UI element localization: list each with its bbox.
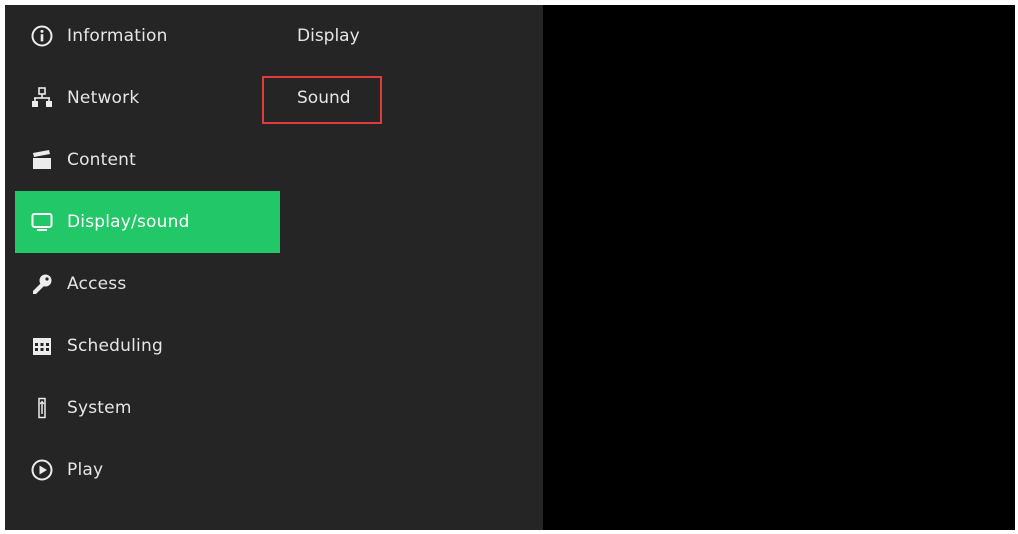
thermometer-icon xyxy=(31,397,53,419)
sub-item-label: Sound xyxy=(297,88,351,108)
key-icon xyxy=(31,273,53,295)
menu-item-label: Display/sound xyxy=(67,212,190,232)
menu-item-scheduling[interactable]: Scheduling xyxy=(15,315,280,377)
menu-item-play[interactable]: Play xyxy=(15,439,280,501)
menu-item-label: Information xyxy=(67,26,168,46)
monitor-icon xyxy=(31,211,53,233)
menu-item-label: Access xyxy=(67,274,127,294)
sub-item-display[interactable]: Display xyxy=(262,5,422,67)
menu-item-access[interactable]: Access xyxy=(15,253,280,315)
calendar-icon xyxy=(31,335,53,357)
menu-item-label: Network xyxy=(67,88,140,108)
content-area xyxy=(543,5,1015,530)
sub-item-sound[interactable]: Sound xyxy=(262,67,422,129)
screen: Information Network Content Display/soun… xyxy=(5,5,1015,530)
menu-item-display-sound[interactable]: Display/sound xyxy=(15,191,280,253)
sub-item-label: Display xyxy=(297,26,360,46)
menu-item-network[interactable]: Network xyxy=(15,67,280,129)
info-icon xyxy=(31,25,53,47)
clapperboard-icon xyxy=(31,149,53,171)
menu-item-information[interactable]: Information xyxy=(15,5,280,67)
play-icon xyxy=(31,459,53,481)
network-icon xyxy=(31,87,53,109)
menu-item-content[interactable]: Content xyxy=(15,129,280,191)
menu-panel: Information Network Content Display/soun… xyxy=(5,5,543,530)
menu-item-system[interactable]: System xyxy=(15,377,280,439)
menu-item-label: Content xyxy=(67,150,137,170)
sub-menu: Display Sound xyxy=(262,5,422,129)
main-menu: Information Network Content Display/soun… xyxy=(15,5,280,501)
menu-item-label: System xyxy=(67,398,132,418)
menu-item-label: Scheduling xyxy=(67,336,163,356)
menu-item-label: Play xyxy=(67,460,104,480)
